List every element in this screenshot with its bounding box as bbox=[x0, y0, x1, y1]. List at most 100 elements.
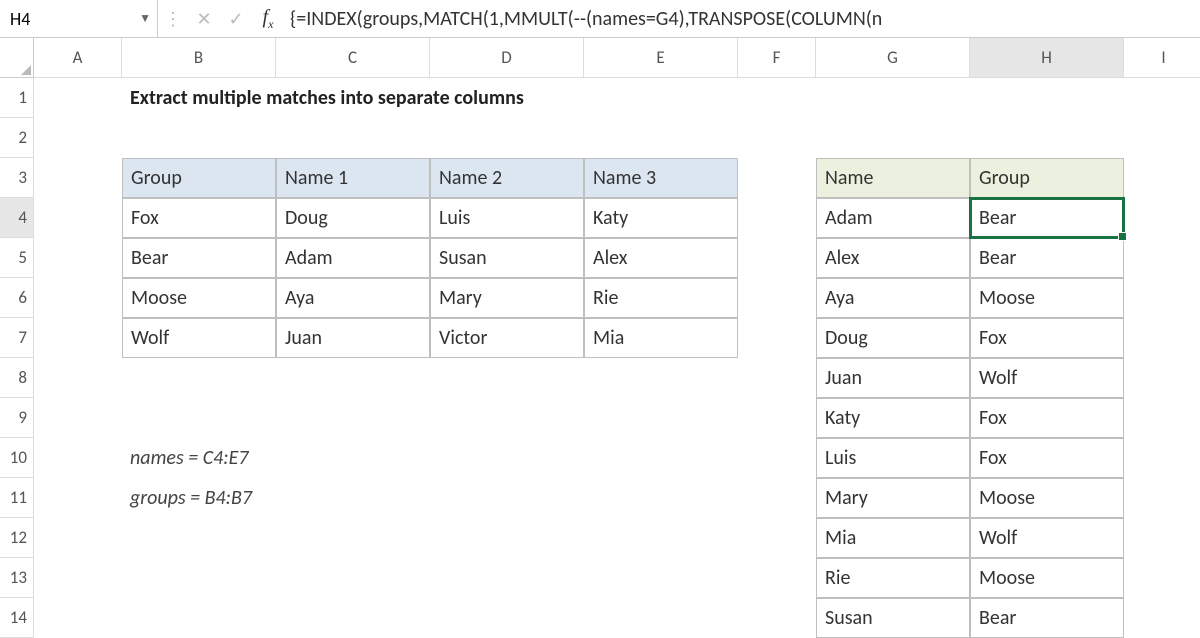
row-header[interactable]: 14 bbox=[0, 598, 34, 638]
cell[interactable] bbox=[738, 358, 816, 398]
cell[interactable] bbox=[34, 438, 122, 478]
cell[interactable]: Rie bbox=[584, 278, 738, 318]
cell[interactable] bbox=[738, 118, 816, 158]
row-header[interactable]: 8 bbox=[0, 358, 34, 398]
cell[interactable]: Katy bbox=[584, 198, 738, 238]
column-header[interactable]: C bbox=[276, 38, 430, 78]
cell[interactable] bbox=[738, 158, 816, 198]
cell[interactable] bbox=[1124, 398, 1200, 438]
cell[interactable] bbox=[430, 558, 584, 598]
cell[interactable]: Victor bbox=[430, 318, 584, 358]
cell[interactable] bbox=[738, 398, 816, 438]
formula-input[interactable]: {=INDEX(groups,MATCH(1,MMULT(--(names=G4… bbox=[284, 7, 1200, 31]
cell[interactable] bbox=[34, 158, 122, 198]
cell[interactable] bbox=[816, 78, 970, 118]
cell[interactable]: Name 2 bbox=[430, 158, 584, 198]
cell[interactable] bbox=[738, 478, 816, 518]
cell[interactable]: Group bbox=[970, 158, 1124, 198]
cell[interactable] bbox=[34, 198, 122, 238]
cell[interactable]: Mary bbox=[430, 278, 584, 318]
column-header[interactable]: D bbox=[430, 38, 584, 78]
cell[interactable] bbox=[584, 478, 738, 518]
cell[interactable] bbox=[34, 598, 122, 638]
cell[interactable] bbox=[34, 478, 122, 518]
cell[interactable] bbox=[584, 398, 738, 438]
cell[interactable] bbox=[738, 318, 816, 358]
cell[interactable] bbox=[1124, 518, 1200, 558]
cell[interactable] bbox=[430, 358, 584, 398]
cell[interactable] bbox=[1124, 238, 1200, 278]
cell[interactable]: Wolf bbox=[970, 358, 1124, 398]
select-all-corner[interactable] bbox=[0, 38, 34, 78]
cell[interactable] bbox=[584, 438, 738, 478]
name-box-input[interactable] bbox=[0, 0, 157, 37]
cell[interactable] bbox=[430, 118, 584, 158]
cell[interactable] bbox=[1124, 198, 1200, 238]
spreadsheet-grid[interactable]: ABCDEFGHI1Extract multiple matches into … bbox=[0, 38, 1200, 638]
cell[interactable] bbox=[122, 358, 276, 398]
cell[interactable] bbox=[584, 358, 738, 398]
cell[interactable]: Doug bbox=[816, 318, 970, 358]
cell[interactable]: Name bbox=[816, 158, 970, 198]
column-header[interactable]: F bbox=[738, 38, 816, 78]
cell[interactable] bbox=[1124, 558, 1200, 598]
cell[interactable] bbox=[1124, 278, 1200, 318]
cell[interactable] bbox=[122, 398, 276, 438]
cell[interactable]: Aya bbox=[816, 278, 970, 318]
cell[interactable] bbox=[738, 238, 816, 278]
row-header[interactable]: 12 bbox=[0, 518, 34, 558]
cell[interactable] bbox=[584, 598, 738, 638]
name-box[interactable]: ▼ bbox=[0, 0, 158, 37]
cell[interactable]: Bear bbox=[970, 598, 1124, 638]
cell[interactable]: Group bbox=[122, 158, 276, 198]
row-header[interactable]: 13 bbox=[0, 558, 34, 598]
row-header[interactable]: 5 bbox=[0, 238, 34, 278]
cell[interactable]: Luis bbox=[816, 438, 970, 478]
cell[interactable]: Adam bbox=[276, 238, 430, 278]
cell[interactable] bbox=[584, 118, 738, 158]
cell[interactable]: Luis bbox=[430, 198, 584, 238]
cell[interactable]: Fox bbox=[970, 318, 1124, 358]
cell[interactable]: Juan bbox=[816, 358, 970, 398]
cell[interactable]: Fox bbox=[970, 438, 1124, 478]
cell[interactable] bbox=[816, 118, 970, 158]
cell[interactable] bbox=[122, 598, 276, 638]
cell[interactable] bbox=[738, 78, 816, 118]
cell[interactable]: names = C4:E7 bbox=[122, 438, 276, 478]
cell[interactable] bbox=[34, 558, 122, 598]
row-header[interactable]: 11 bbox=[0, 478, 34, 518]
cell[interactable] bbox=[122, 118, 276, 158]
cell[interactable] bbox=[34, 238, 122, 278]
cell[interactable]: Aya bbox=[276, 278, 430, 318]
cell[interactable]: Rie bbox=[816, 558, 970, 598]
cell[interactable] bbox=[276, 558, 430, 598]
cell[interactable]: Mia bbox=[816, 518, 970, 558]
cell[interactable] bbox=[276, 118, 430, 158]
cell[interactable]: Name 3 bbox=[584, 158, 738, 198]
cell[interactable] bbox=[584, 78, 738, 118]
cell[interactable] bbox=[34, 398, 122, 438]
row-header[interactable]: 2 bbox=[0, 118, 34, 158]
cell[interactable] bbox=[122, 558, 276, 598]
cell[interactable] bbox=[430, 398, 584, 438]
cell[interactable] bbox=[1124, 78, 1200, 118]
cell[interactable]: Fox bbox=[970, 398, 1124, 438]
cell[interactable] bbox=[1124, 358, 1200, 398]
cell[interactable]: Bear bbox=[122, 238, 276, 278]
cell[interactable] bbox=[34, 318, 122, 358]
cell[interactable]: Mary bbox=[816, 478, 970, 518]
cell[interactable]: Susan bbox=[816, 598, 970, 638]
cell[interactable]: Adam bbox=[816, 198, 970, 238]
column-header[interactable]: B bbox=[122, 38, 276, 78]
active-cell[interactable]: Bear bbox=[970, 198, 1124, 238]
cell[interactable]: Alex bbox=[816, 238, 970, 278]
cell[interactable]: Juan bbox=[276, 318, 430, 358]
cell[interactable] bbox=[276, 438, 430, 478]
cell[interactable] bbox=[34, 118, 122, 158]
row-header[interactable]: 9 bbox=[0, 398, 34, 438]
cell[interactable] bbox=[430, 598, 584, 638]
cell[interactable] bbox=[430, 518, 584, 558]
cell[interactable] bbox=[122, 518, 276, 558]
cell[interactable] bbox=[1124, 158, 1200, 198]
cell[interactable] bbox=[738, 558, 816, 598]
